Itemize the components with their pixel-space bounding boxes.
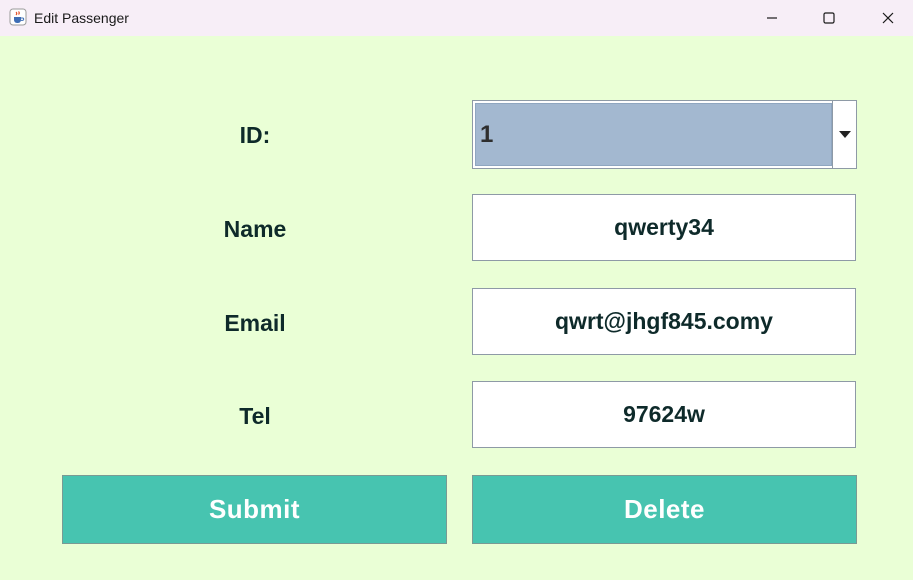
close-button[interactable] — [865, 0, 911, 36]
minimize-button[interactable] — [749, 0, 795, 36]
combobox-arrow-button[interactable] — [832, 101, 856, 168]
delete-button[interactable]: Delete — [472, 475, 857, 544]
maximize-icon — [823, 12, 835, 24]
tel-field[interactable] — [472, 381, 856, 448]
name-label: Name — [223, 216, 287, 242]
email-field[interactable] — [472, 288, 856, 355]
java-cup-icon — [9, 8, 27, 26]
id-combobox[interactable]: 1 — [472, 100, 857, 169]
form-panel: ID: 1 Name Email Tel Submit Delete — [0, 36, 913, 580]
tel-label: Tel — [239, 403, 271, 429]
email-label: Email — [224, 310, 286, 336]
name-field[interactable] — [472, 194, 856, 261]
title-bar: Edit Passenger — [0, 0, 913, 36]
window-title: Edit Passenger — [34, 10, 129, 26]
id-label: ID: — [239, 122, 271, 148]
dropdown-arrow-icon — [838, 126, 851, 144]
maximize-button[interactable] — [806, 0, 852, 36]
minimize-icon — [766, 12, 778, 24]
submit-button[interactable]: Submit — [62, 475, 447, 544]
close-icon — [882, 12, 894, 24]
id-combobox-value[interactable]: 1 — [475, 103, 832, 166]
